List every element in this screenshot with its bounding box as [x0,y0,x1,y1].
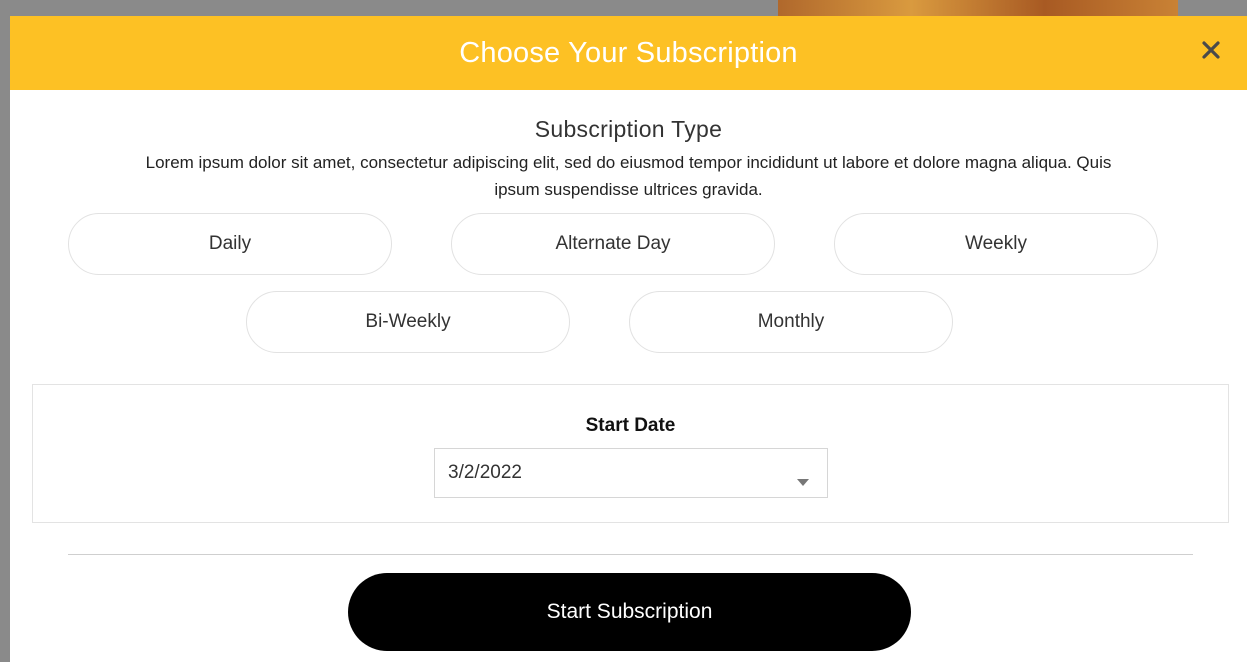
start-date-label: Start Date [585,415,676,436]
subscription-options: Daily Alternate Day Weekly Bi-Weekly Mon… [10,213,1247,358]
start-date-panel: Start Date 3/2/2022 [32,384,1229,523]
page: Choose Your Subscription Subscription Ty… [0,0,1247,662]
option-weekly[interactable]: Weekly [834,213,1158,275]
start-date-select[interactable]: 3/2/2022 [434,448,828,498]
start-subscription-label: Start Subscription [546,600,713,623]
option-alternate-day[interactable]: Alternate Day [451,213,775,275]
subscription-type-heading: Subscription Type [534,116,723,142]
modal-header: Choose Your Subscription [10,16,1247,90]
divider [68,554,1193,555]
chevron-down-icon [797,470,809,492]
option-daily[interactable]: Daily [68,213,392,275]
option-monthly[interactable]: Monthly [629,291,953,353]
background-image [778,0,1178,16]
subscription-modal: Choose Your Subscription Subscription Ty… [10,16,1247,662]
modal-title: Choose Your Subscription [459,36,798,69]
close-button[interactable] [1197,38,1225,66]
subscription-description: Lorem ipsum dolor sit amet, consectetur … [145,153,1112,199]
option-bi-weekly[interactable]: Bi-Weekly [246,291,570,353]
close-icon [1202,40,1220,64]
start-subscription-button[interactable]: Start Subscription [348,573,911,651]
start-date-value: 3/2/2022 [448,462,522,483]
